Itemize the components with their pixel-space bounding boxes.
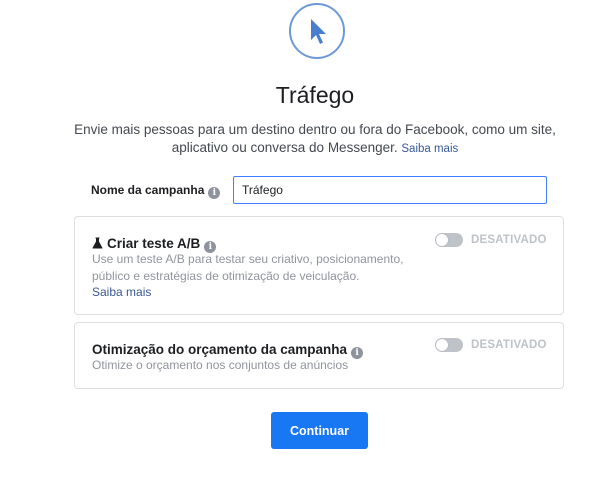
ab-test-toggle[interactable] [435,233,463,247]
learn-more-link[interactable]: Saiba mais [401,143,458,155]
ab-test-learn-more-link[interactable]: Saiba mais [92,285,151,299]
ab-test-title-text: Criar teste A/B [107,236,201,251]
ab-test-toggle-label: DESATIVADO [471,234,547,246]
page-title: Tráfego [275,82,355,108]
budget-optimization-toggle[interactable] [435,338,463,352]
campaign-name-input[interactable] [233,176,547,204]
description-text: Envie mais pessoas para um destino dentr… [74,122,556,155]
toggle-knob [436,339,448,351]
info-icon[interactable]: i [351,347,364,359]
toggle-knob [436,234,448,246]
flask-icon [92,237,103,249]
campaign-name-label-text: Nome da campanha [91,183,205,197]
objective-description: Envie mais pessoas para um destino dentr… [70,121,560,158]
budget-optimization-title-text: Otimização do orçamento da campanha [92,342,348,357]
campaign-name-label: Nome da campanha i [91,183,221,199]
objective-icon-circle [289,3,345,59]
budget-optimization-toggle-label: DESATIVADO [471,339,547,351]
budget-optimization-card: Otimização do orçamento da campanha i Oti… [74,322,564,389]
budget-optimization-description: Otimize o orçamento nos conjuntos de anú… [92,358,349,372]
ab-test-description: Use um teste A/B para testar seu criativ… [92,252,404,283]
info-icon[interactable]: i [208,187,221,199]
ab-test-card: Criar teste A/B i Use um teste A/B para t… [74,216,564,315]
continue-button[interactable]: Continuar [271,412,368,449]
cursor-arrow-icon [311,19,326,44]
